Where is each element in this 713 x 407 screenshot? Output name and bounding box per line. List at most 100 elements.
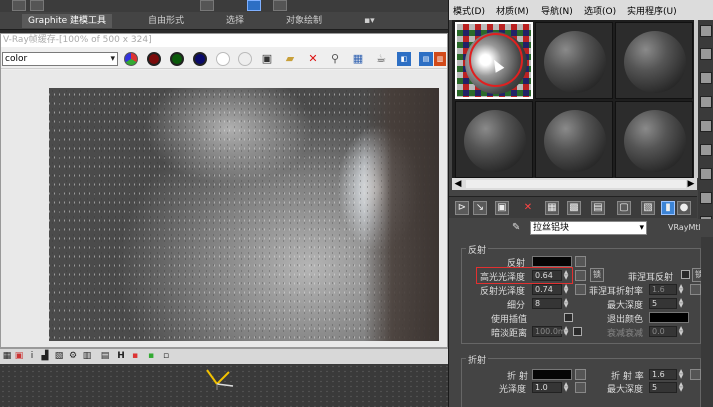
refl-gloss-spinner[interactable]: ▲ ▼: [563, 284, 569, 295]
menu-mode[interactable]: 模式(D): [453, 4, 485, 17]
rgb-channel-icon[interactable]: [124, 52, 138, 66]
dim-falloff-input[interactable]: 0.0: [649, 326, 677, 337]
max-depth-spinner[interactable]: ▲ ▼: [678, 298, 684, 309]
region-render-icon[interactable]: ▦: [351, 52, 365, 66]
options-icon[interactable]: [700, 168, 712, 180]
eyedropper-icon[interactable]: ✎: [512, 222, 524, 234]
show-map-in-viewport-icon[interactable]: ▧: [641, 201, 655, 215]
get-material-icon[interactable]: ⊳: [455, 201, 469, 215]
mono-channel-icon[interactable]: [238, 52, 252, 66]
sample-type-icon[interactable]: [700, 25, 712, 37]
sample-slot-4[interactable]: [455, 101, 533, 178]
ribbon-menu-icon[interactable]: ▪▾: [358, 14, 381, 28]
render-teapot-icon[interactable]: ☕: [374, 52, 388, 66]
menu-material[interactable]: 材质(M): [496, 4, 529, 17]
bottom-more-icon[interactable]: ▫: [161, 351, 171, 362]
slots-horizontal-scrollbar[interactable]: ◀ ▶: [452, 178, 697, 190]
blue-channel-icon[interactable]: [193, 52, 207, 66]
sample-slot-1[interactable]: [455, 22, 533, 99]
track-mouse-icon[interactable]: ⚲: [328, 52, 342, 66]
sample-slot-5[interactable]: [535, 101, 613, 178]
reflect-color-swatch[interactable]: [532, 256, 572, 267]
undo-icon[interactable]: [12, 0, 26, 11]
sample-slot-2[interactable]: [535, 22, 613, 99]
refract-max-depth-input[interactable]: 5: [649, 382, 677, 393]
compare-icon[interactable]: ▤: [100, 351, 110, 362]
rollout-scrollbar[interactable]: [701, 237, 713, 407]
sample-slot-6[interactable]: [615, 101, 693, 178]
refract-gloss-input[interactable]: 1.0: [532, 382, 562, 393]
sample-slot-3[interactable]: [615, 22, 693, 99]
select-region-icon[interactable]: [200, 0, 214, 11]
curve-icon[interactable]: ▧: [54, 351, 64, 362]
green-channel-icon[interactable]: [170, 52, 184, 66]
material-id-icon[interactable]: ▢: [617, 201, 631, 215]
subdivs-spinner[interactable]: ▲ ▼: [563, 298, 569, 309]
use-interp-checkbox[interactable]: [564, 313, 573, 322]
tab-freeform[interactable]: 自由形式: [142, 14, 190, 28]
save-image-icon[interactable]: ▣: [260, 52, 274, 66]
alpha-channel-icon[interactable]: [216, 52, 230, 66]
lut-icon[interactable]: ▤: [419, 52, 433, 66]
tab-object-paint[interactable]: 对象绘制: [280, 14, 328, 28]
fresnel-checkbox[interactable]: [681, 270, 690, 279]
ior-spinner[interactable]: ▲ ▼: [678, 369, 684, 380]
background-icon[interactable]: [700, 72, 712, 84]
select-by-material-icon[interactable]: [700, 192, 712, 204]
put-to-library-icon[interactable]: ▤: [591, 201, 605, 215]
hilight-gloss-map-button[interactable]: [575, 270, 586, 281]
refract-map-button[interactable]: [575, 369, 586, 380]
tab-graphite[interactable]: Graphite 建模工具: [22, 14, 113, 28]
ior-map-button[interactable]: [690, 369, 701, 380]
fresnel-ior-map-button[interactable]: [690, 284, 701, 295]
make-copy-icon[interactable]: ▦: [545, 201, 559, 215]
info-icon[interactable]: i: [27, 351, 37, 362]
video-check-icon[interactable]: [700, 120, 712, 132]
refract-color-swatch[interactable]: [532, 369, 572, 380]
red-channel-icon[interactable]: [147, 52, 161, 66]
dim-distance-spinner[interactable]: ▲ ▼: [563, 326, 569, 337]
menu-options[interactable]: 选项(O): [584, 4, 616, 17]
ior-input[interactable]: 1.6: [649, 369, 677, 380]
tab-selection[interactable]: 选择: [220, 14, 250, 28]
hilight-lock-button[interactable]: 锁: [590, 268, 604, 282]
refl-gloss-map-button[interactable]: [575, 284, 586, 295]
reset-map-icon[interactable]: ✕: [521, 201, 535, 215]
refl-gloss-input[interactable]: 0.74: [532, 284, 562, 295]
menu-utilities[interactable]: 实用程序(U): [627, 4, 677, 17]
fresnel-ior-input[interactable]: 1.6: [649, 284, 677, 295]
dim-distance-input[interactable]: 100.0m: [532, 326, 566, 337]
rotate-icon[interactable]: [273, 0, 287, 11]
make-preview-icon[interactable]: [700, 144, 712, 156]
go-to-parent-icon[interactable]: ●: [677, 201, 691, 215]
redo-icon[interactable]: [30, 0, 44, 11]
stereo-icon[interactable]: ◧: [397, 52, 411, 66]
layers-icon[interactable]: ▥: [82, 351, 92, 362]
fresnel-ior-spinner[interactable]: ▲ ▼: [678, 284, 684, 295]
hilight-gloss-input[interactable]: 0.64: [532, 270, 562, 281]
channel-select[interactable]: color ▾: [2, 52, 118, 66]
settings-icon[interactable]: ⚙: [68, 351, 78, 362]
refract-max-depth-spinner[interactable]: ▲ ▼: [678, 382, 684, 393]
color-correction-icon[interactable]: ▥: [434, 52, 446, 66]
show-end-result-icon[interactable]: ▮: [661, 201, 675, 215]
select-move-icon[interactable]: [247, 0, 261, 11]
exit-color-swatch[interactable]: [649, 312, 689, 323]
clear-image-icon[interactable]: ✕: [306, 52, 320, 66]
load-image-icon[interactable]: ▰: [283, 52, 297, 66]
dim-distance-checkbox[interactable]: [573, 327, 582, 336]
refract-gloss-spinner[interactable]: ▲ ▼: [563, 382, 569, 393]
assign-to-selection-icon[interactable]: ▣: [495, 201, 509, 215]
ab-compare-icon[interactable]: ▪: [146, 351, 156, 362]
history-icon[interactable]: H: [116, 351, 126, 362]
grid-icon[interactable]: ▦: [2, 351, 12, 362]
material-name-field[interactable]: 拉丝铝块 ▾: [530, 221, 647, 235]
subdivs-input[interactable]: 8: [532, 298, 562, 309]
scroll-left-icon[interactable]: ◀: [452, 178, 464, 190]
scroll-right-icon[interactable]: ▶: [685, 178, 697, 190]
print-icon[interactable]: ▣: [14, 351, 24, 362]
refract-gloss-map-button[interactable]: [575, 382, 586, 393]
material-type-button[interactable]: VRayMtl: [668, 223, 701, 232]
reflect-map-button[interactable]: [575, 256, 586, 267]
uv-tiling-icon[interactable]: [700, 96, 712, 108]
